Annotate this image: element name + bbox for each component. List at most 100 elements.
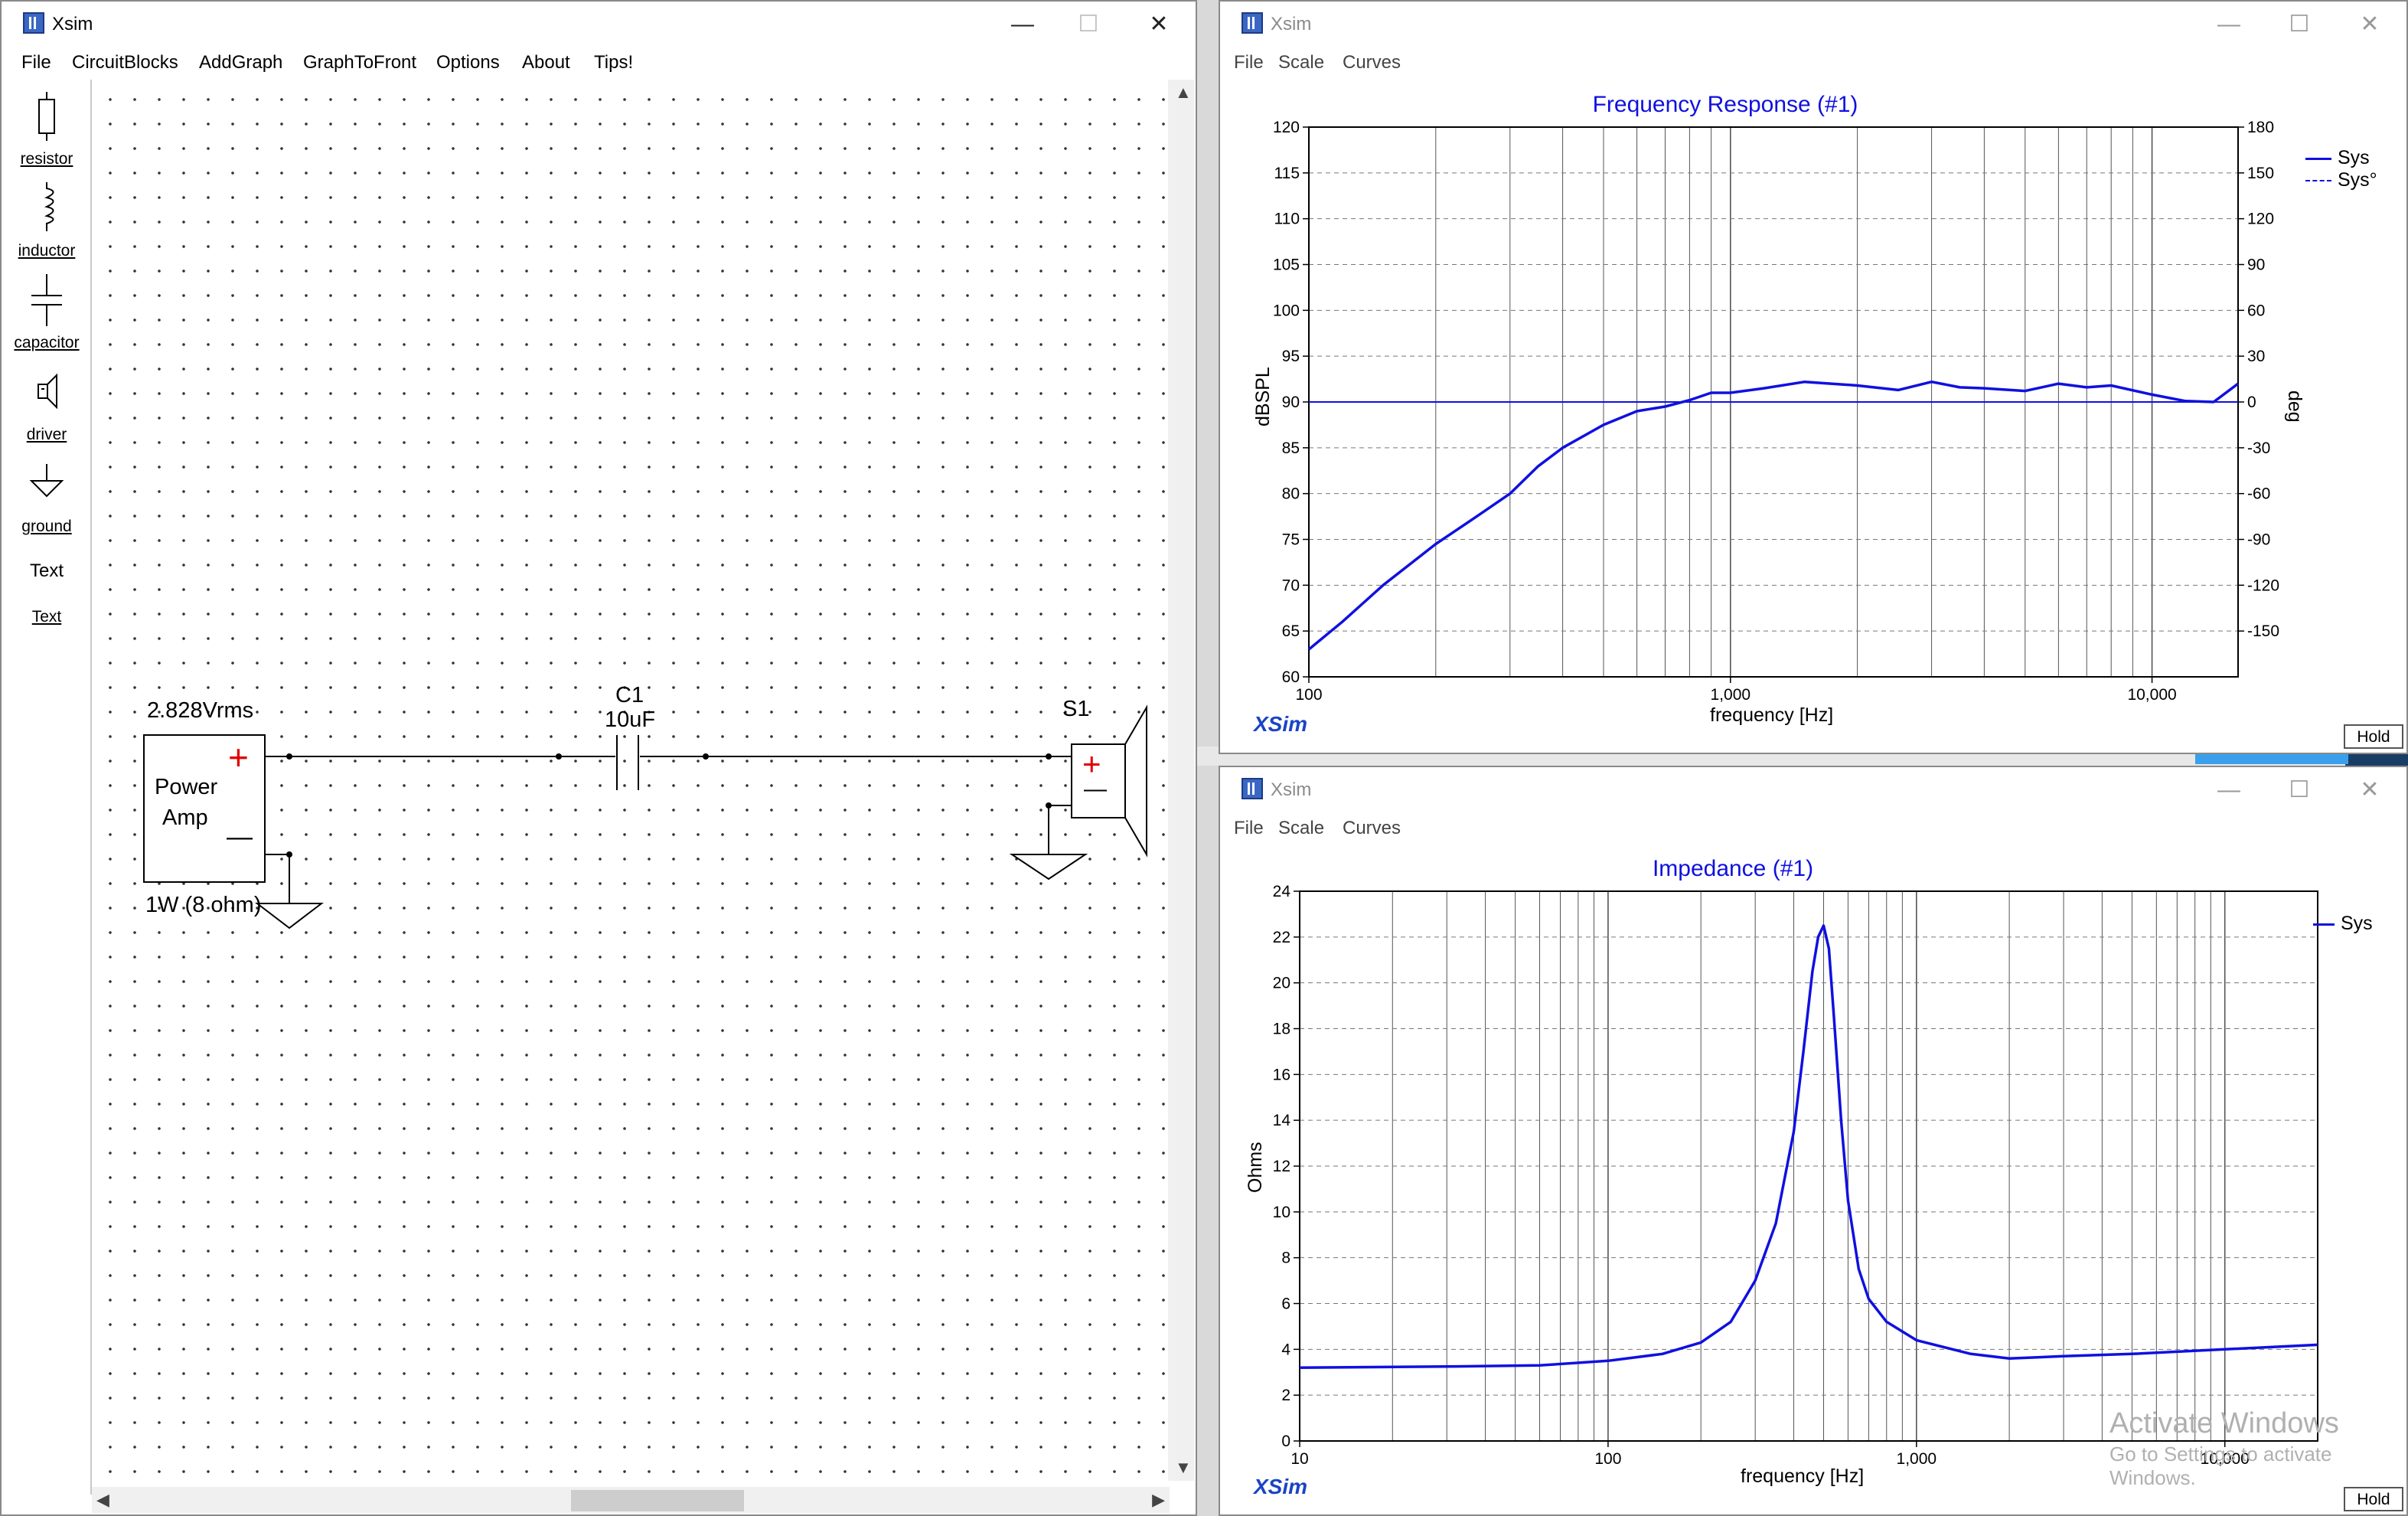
xsim-brand: XSim [1254,1475,1308,1498]
y-tick-label: 70 [1282,577,1300,594]
frequency-response-chart[interactable]: 120 115 110 105 100 95 90 85 80 75 70 65 60 180 150 120… [1220,2,2408,754]
scroll-left-arrow[interactable]: ◀ [96,1490,109,1510]
menu-circuitblocks[interactable]: CircuitBlocks [72,52,178,74]
hold-button[interactable]: Hold [2344,724,2403,749]
tool-ground[interactable]: ground [3,461,90,537]
tool-driver[interactable]: driver [3,369,90,446]
legend: Sys [2313,913,2373,935]
x-tick-label: 10 [1290,1450,1308,1468]
speaker-name-label: S1 [1062,697,1090,721]
y-axis-label-right: deg [2284,390,2305,423]
vertical-scrollbar[interactable]: ▲ ▼ [1168,80,1194,1481]
activation-watermark-title: Activate Windows [2109,1407,2339,1439]
amp-power-label: 1W (8 ohm) [145,893,262,917]
driver-icon [38,373,57,410]
xsim-brand: XSim [1254,712,1308,736]
scroll-down-arrow[interactable]: ▼ [1175,1458,1192,1478]
menu-bar: File CircuitBlocks AddGraph GraphToFront… [2,49,1196,78]
frequency-response-window: Xsim — ☐ ✕ File Scale Curves Frequency R… [1219,0,2408,754]
speaker-minus-terminal: — [1084,776,1107,802]
series-line-sys [1307,380,2240,651]
y-tick-label: 85 [1282,439,1300,457]
amp-label-line1: Power [155,775,218,799]
y-tick-label: 120 [1273,119,1300,136]
hold-button[interactable]: Hold [2344,1487,2403,1511]
scroll-thumb[interactable] [571,1490,744,1511]
y-tick-label: 60 [1282,668,1300,686]
close-button[interactable]: ✕ [1124,2,1194,49]
scroll-right-arrow[interactable]: ▶ [1152,1490,1165,1510]
x-tick-label: 1,000 [1897,1450,1937,1468]
cap-name-label: C1 [615,683,644,707]
ground-icon [29,464,64,498]
y-tick-label: 14 [1273,1112,1291,1129]
y-right-tick-label: -60 [2247,485,2270,503]
amp-label-line2: Amp [162,805,208,830]
amp-plus-terminal: + [228,737,249,777]
horizontal-scrollbar[interactable]: ◀ ▶ [92,1487,1170,1513]
y-tick-label: 8 [1281,1250,1290,1267]
tool-label: Text [29,560,64,581]
schematic-canvas[interactable]: 2.828Vrms Power Amp + — 1W (8 ohm) C1 10… [92,80,1170,1481]
menu-addgraph[interactable]: AddGraph [199,52,282,74]
y-tick-label: 115 [1274,165,1300,182]
impedance-window: Xsim — ☐ ✕ File Scale Curves Impedance (… [1219,766,2408,1516]
maximize-button[interactable]: ☐ [1053,2,1124,49]
minimize-button[interactable]: — [987,2,1058,49]
tool-label: ground [21,518,72,535]
y-tick-label: 100 [1273,302,1300,319]
y-tick-label: 2 [1281,1387,1290,1404]
app-icon [23,12,44,34]
amp-voltage-label: 2.828Vrms [147,698,254,723]
x-axis-label: frequency [Hz] [1741,1465,1865,1487]
resistor-icon [38,92,55,141]
y-right-tick-label: -120 [2247,577,2279,594]
tool-text[interactable]: Text [3,608,90,639]
x-tick-label: 1,000 [1711,686,1751,704]
menu-options[interactable]: Options [436,52,500,74]
y-tick-label: 110 [1274,211,1300,228]
tool-label: driver [26,426,67,443]
tool-label: resistor [20,150,73,168]
tool-inductor[interactable]: inductor [3,179,90,263]
y-tick-label: 12 [1273,1158,1290,1175]
y-tick-label: 90 [1282,394,1300,411]
impedance-chart[interactable]: 24222018161412108642010 100 1,000 10,000 [1220,767,2408,1516]
component-toolbox: resistor inductor capacitor driver groun… [3,80,92,1495]
y-tick-label: 6 [1281,1295,1290,1313]
menu-graphtofront[interactable]: GraphToFront [303,52,416,74]
speaker-ground-symbol[interactable] [1009,854,1088,881]
y-tick-label: 4 [1281,1341,1290,1358]
tool-label: capacitor [14,334,80,351]
legend-item-sys: Sys [2305,147,2377,169]
tool-text-plain[interactable]: Text [3,560,90,599]
y-right-tick-label: 60 [2247,302,2265,319]
activation-watermark-subtitle: Go to Settings to activate Windows. [2109,1442,2332,1489]
legend-item-sys: Sys [2313,913,2373,935]
x-tick-label: 100 [1295,686,1322,704]
amp-ground-symbol[interactable] [255,903,324,930]
capacitor-c1[interactable] [616,735,639,790]
menu-about[interactable]: About [522,52,570,74]
scroll-up-arrow[interactable]: ▲ [1175,83,1192,103]
y-tick-label: 105 [1273,256,1300,274]
y-tick-label: 22 [1273,929,1290,946]
y-right-tick-label: -90 [2247,531,2270,549]
y-tick-label: 80 [1282,485,1300,503]
x-tick-label: 100 [1594,1450,1621,1468]
circuit-window: Xsim — ☐ ✕ File CircuitBlocks AddGraph G… [0,0,1197,1516]
menu-tips[interactable]: Tips! [594,52,633,74]
tool-capacitor[interactable]: capacitor [3,271,90,355]
menu-file[interactable]: File [21,52,51,74]
window-title: Xsim [52,14,93,34]
y-tick-label: 20 [1273,975,1290,992]
y-right-tick-label: 30 [2247,348,2265,365]
capacitor-icon [31,274,62,326]
title-bar[interactable]: Xsim — ☐ ✕ [2,2,1196,49]
y-right-tick-label: 180 [2247,119,2274,136]
legend-item-sys-phase: Sys° [2305,169,2377,191]
y-right-tick-label: 90 [2247,256,2265,274]
tool-label: Text [31,608,62,626]
tool-resistor[interactable]: resistor [3,89,90,173]
y-right-tick-label: 120 [2247,211,2274,228]
